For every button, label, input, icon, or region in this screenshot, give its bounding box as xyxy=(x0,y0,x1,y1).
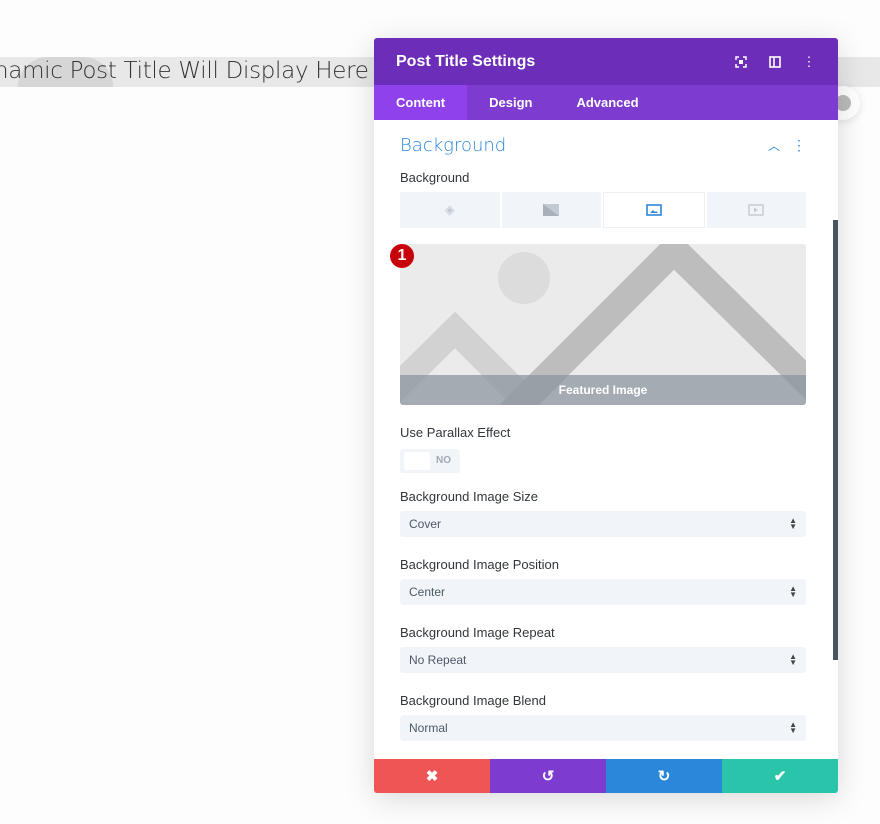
modal-header: Post Title Settings ⋮ xyxy=(374,38,838,85)
select-arrows-icon: ▲ ▼ xyxy=(789,652,797,667)
tab-design[interactable]: Design xyxy=(467,85,554,120)
section-header[interactable]: Background ︿ ⋮ xyxy=(400,134,806,156)
more-icon[interactable]: ⋮ xyxy=(792,137,806,154)
redo-button[interactable]: ↻ xyxy=(606,759,722,793)
post-title: namic Post Title Will Display Here xyxy=(0,58,369,84)
video-icon xyxy=(748,204,764,216)
tab-content[interactable]: Content xyxy=(374,85,468,120)
field-label: Background Image Size xyxy=(400,489,539,504)
field-label: Background Image Blend xyxy=(400,693,546,708)
bg-type-color[interactable]: ◈ xyxy=(400,192,500,228)
modal-tabs: Content Design Advanced xyxy=(374,85,838,120)
tab-advanced[interactable]: Advanced xyxy=(554,85,660,120)
parallax-label: Use Parallax Effect xyxy=(400,425,511,440)
image-repeat-select[interactable]: No Repeat ▲ ▼ xyxy=(400,647,806,673)
step-badge: 1 xyxy=(390,244,414,268)
select-arrows-icon: ▲ ▼ xyxy=(789,584,797,599)
more-icon[interactable]: ⋮ xyxy=(802,54,816,69)
featured-image-caption: Featured Image xyxy=(400,375,806,405)
image-position-select[interactable]: Center ▲ ▼ xyxy=(400,579,806,605)
chevron-up-icon[interactable]: ︿ xyxy=(768,137,780,154)
bg-type-image[interactable] xyxy=(603,192,705,228)
select-arrows-icon: ▲ ▼ xyxy=(789,720,797,735)
select-arrows-icon: ▲ ▼ xyxy=(789,516,797,531)
featured-image-placeholder[interactable]: Featured Image xyxy=(400,244,806,405)
modal-footer: ✖ ↺ ↻ ✔ xyxy=(374,759,838,793)
save-button[interactable]: ✔ xyxy=(722,759,838,793)
undo-button[interactable]: ↺ xyxy=(490,759,606,793)
settings-modal: Post Title Settings ⋮ Content Design Adv… xyxy=(374,38,838,793)
bg-type-video[interactable] xyxy=(706,192,806,228)
split-view-icon[interactable] xyxy=(768,55,782,69)
image-icon xyxy=(645,204,662,216)
field-label: Background Image Position xyxy=(400,557,559,572)
gradient-icon xyxy=(543,204,560,216)
background-label: Background xyxy=(400,170,470,185)
cancel-button[interactable]: ✖ xyxy=(374,759,490,793)
parallax-toggle[interactable]: NO xyxy=(400,449,460,473)
paint-bucket-icon: ◈ xyxy=(444,202,455,217)
image-size-select[interactable]: Cover ▲ ▼ xyxy=(400,511,806,537)
field-label: Background Image Repeat xyxy=(400,625,555,640)
scrollbar[interactable] xyxy=(833,220,838,660)
bg-type-gradient[interactable] xyxy=(501,192,601,228)
image-blend-select[interactable]: Normal ▲ ▼ xyxy=(400,715,806,741)
fullscreen-icon[interactable] xyxy=(734,55,748,69)
section-title: Background xyxy=(400,134,507,156)
modal-title: Post Title Settings xyxy=(396,52,536,70)
background-type-tabs: ◈ xyxy=(400,192,806,228)
modal-body: Background ︿ ⋮ Background ◈ Featured Ima… xyxy=(374,120,838,759)
